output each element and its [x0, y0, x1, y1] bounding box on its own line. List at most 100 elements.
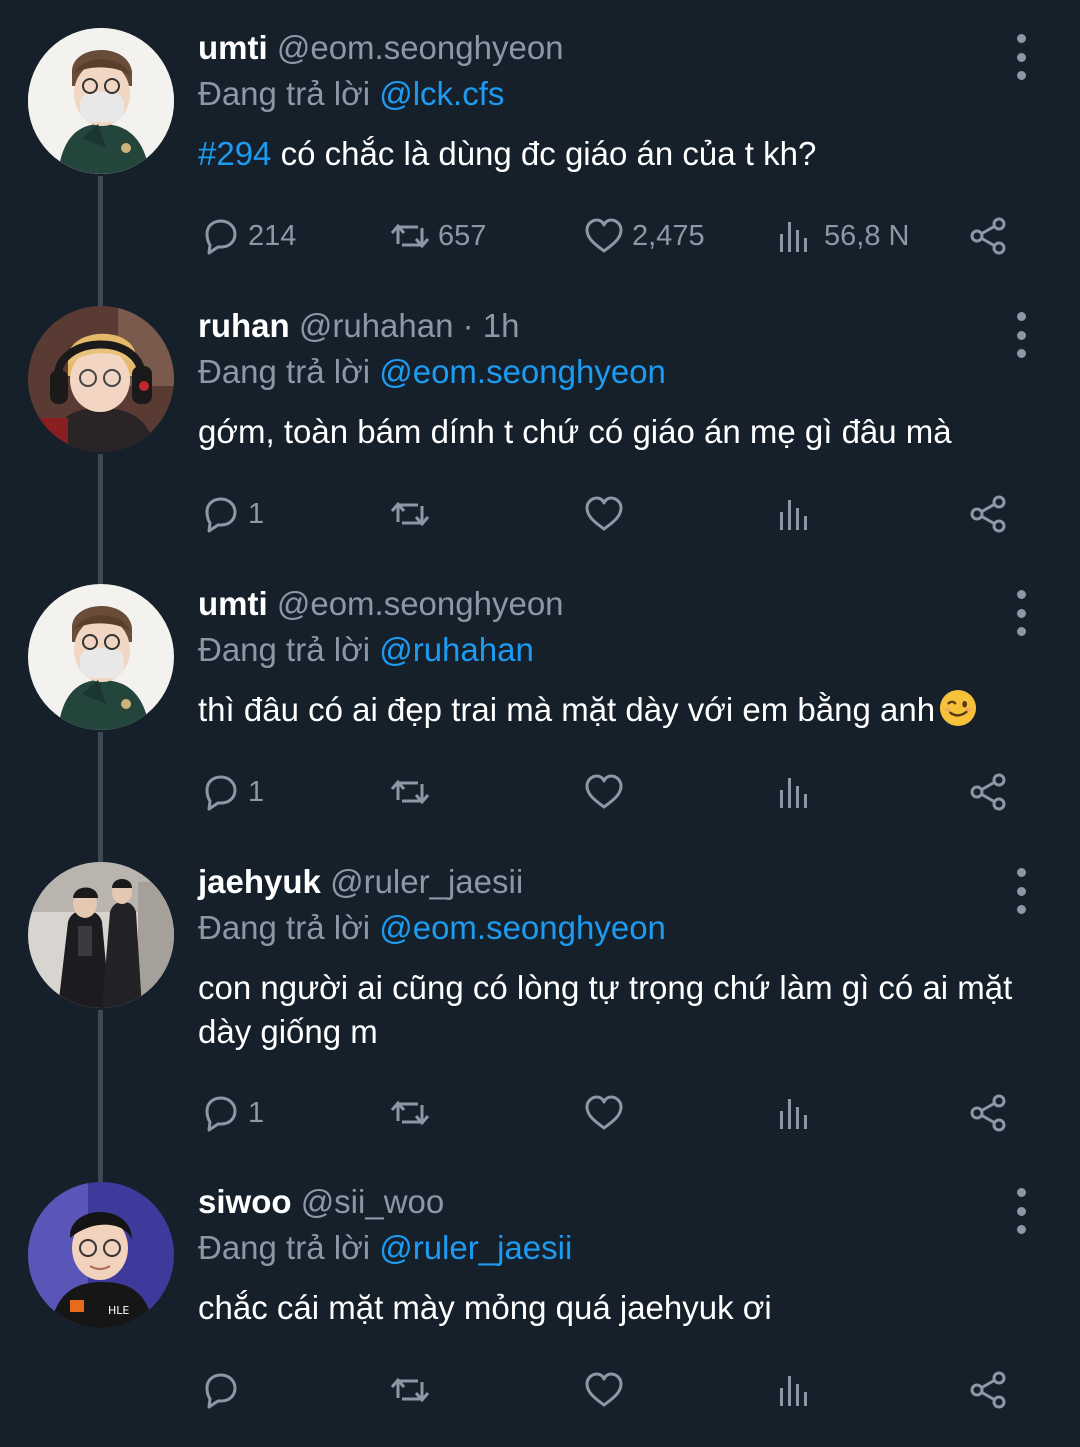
replying-label: Đang trả lời [198, 631, 371, 668]
action-bar: 214 657 2,475 56,8 N [198, 214, 1038, 258]
share-button[interactable] [966, 770, 1010, 814]
tweet-text-content: thì đâu có ai đẹp trai mà mặt dày với em… [198, 691, 936, 728]
action-bar: 1 [198, 770, 1038, 814]
avatar[interactable] [28, 306, 174, 452]
share-icon [970, 773, 1006, 811]
views-button[interactable] [774, 1091, 824, 1135]
views-button[interactable] [774, 770, 824, 814]
replying-to: Đang trả lời @ruler_jaesii [198, 1228, 572, 1268]
retweet-button[interactable] [388, 492, 438, 536]
user-handle[interactable]: @ruler_jaesii [330, 863, 523, 900]
like-button[interactable] [582, 492, 632, 536]
reply-icon [205, 219, 237, 255]
tweet[interactable]: jaehyuk @ruler_jaesii Đang trả lời @eom.… [0, 862, 1080, 1132]
share-button[interactable] [966, 1368, 1010, 1412]
share-button[interactable] [966, 214, 1010, 258]
reply-button[interactable]: 214 [198, 214, 296, 258]
display-name[interactable]: umti [198, 29, 268, 66]
like-button[interactable] [582, 1368, 632, 1412]
tweet[interactable]: umti @eom.seonghyeon Đang trả lời @lck.c… [0, 28, 1080, 278]
reply-icon [205, 497, 237, 533]
display-name[interactable]: umti [198, 585, 268, 622]
views-icon [780, 778, 807, 808]
display-name[interactable]: jaehyuk [198, 863, 321, 900]
tweet-text-content: con người ai cũng có lòng tự trọng chứ l… [198, 969, 1013, 1050]
reply-mention-link[interactable]: @ruler_jaesii [379, 1229, 572, 1266]
more-options-icon[interactable] [1004, 1186, 1038, 1236]
more-options-icon[interactable] [1004, 310, 1038, 360]
avatar[interactable] [28, 28, 174, 174]
views-icon [780, 1099, 807, 1129]
tweet-text: #294 có chắc là dùng đc giáo án của t kh… [198, 132, 1038, 176]
reply-count: 1 [248, 497, 265, 530]
tweet-header: umti @eom.seonghyeon [198, 28, 1000, 68]
tweet-header: umti @eom.seonghyeon [198, 584, 1000, 624]
retweet-icon [390, 1377, 430, 1403]
tweet[interactable]: HLE siwoo @sii_woo Đang trả lời @ruler_j… [0, 1182, 1080, 1432]
share-icon [970, 217, 1006, 255]
display-name[interactable]: siwoo [198, 1183, 292, 1220]
user-handle[interactable]: @eom.seonghyeon [277, 585, 564, 622]
views-button[interactable]: 56,8 N [774, 214, 909, 258]
reply-button[interactable] [198, 1368, 248, 1412]
retweet-button[interactable] [388, 1368, 438, 1412]
reply-mention-link[interactable]: @lck.cfs [379, 75, 504, 112]
reply-icon [205, 775, 237, 811]
display-name[interactable]: ruhan [198, 307, 290, 344]
reply-icon [205, 1096, 237, 1132]
views-button[interactable] [774, 1368, 824, 1412]
tweet-header: siwoo @sii_woo [198, 1182, 1000, 1222]
reply-mention-link[interactable]: @ruhahan [379, 631, 534, 668]
reply-mention-link[interactable]: @eom.seonghyeon [379, 909, 666, 946]
like-button[interactable] [582, 770, 632, 814]
retweet-button[interactable] [388, 1091, 438, 1135]
timestamp: · 1h [453, 307, 520, 344]
tweet-text: chắc cái mặt mày mỏng quá jaehyuk ơi [198, 1286, 1038, 1330]
like-count: 2,475 [632, 219, 705, 252]
retweet-icon [390, 223, 430, 249]
reply-mention-link[interactable]: @eom.seonghyeon [379, 353, 666, 390]
tweet-text: thì đâu có ai đẹp trai mà mặt dày với em… [198, 688, 1038, 732]
retweet-icon [390, 1100, 430, 1126]
winking-face-emoji-icon [940, 689, 977, 727]
like-button[interactable] [582, 1091, 632, 1135]
like-icon [585, 1095, 623, 1130]
like-icon [585, 774, 623, 809]
tweet[interactable]: ruhan @ruhahan · 1h Đang trả lời @eom.se… [0, 306, 1080, 556]
user-handle[interactable]: @eom.seonghyeon [277, 29, 564, 66]
replying-label: Đang trả lời [198, 1229, 371, 1266]
replying-label: Đang trả lời [198, 909, 371, 946]
reply-count: 214 [248, 219, 297, 252]
tweet-text: gớm, toàn bám dính t chứ có giáo án mẹ g… [198, 410, 1038, 454]
retweet-count: 657 [438, 219, 487, 252]
more-options-icon[interactable] [1004, 32, 1038, 82]
like-icon [585, 496, 623, 531]
retweet-button[interactable]: 657 [388, 214, 486, 258]
user-handle[interactable]: @sii_woo [301, 1183, 445, 1220]
replying-label: Đang trả lời [198, 353, 371, 390]
svg-text:HLE: HLE [108, 1304, 129, 1317]
retweet-button[interactable] [388, 770, 438, 814]
share-button[interactable] [966, 1091, 1010, 1135]
avatar[interactable] [28, 862, 174, 1008]
more-options-icon[interactable] [1004, 588, 1038, 638]
retweet-icon [390, 779, 430, 805]
retweet-icon [390, 501, 430, 527]
reply-button[interactable]: 1 [198, 1091, 264, 1135]
reply-button[interactable]: 1 [198, 770, 264, 814]
user-handle[interactable]: @ruhahan [299, 307, 454, 344]
share-button[interactable] [966, 492, 1010, 536]
tweet[interactable]: umti @eom.seonghyeon Đang trả lời @ruhah… [0, 584, 1080, 834]
hashtag-link[interactable]: #294 [198, 135, 271, 172]
tweet-text-content: có chắc là dùng đc giáo án của t kh? [271, 135, 817, 172]
avatar[interactable]: HLE [28, 1182, 174, 1328]
like-icon [585, 1372, 623, 1407]
replying-to: Đang trả lời @eom.seonghyeon [198, 908, 666, 948]
avatar[interactable] [28, 584, 174, 730]
views-button[interactable] [774, 492, 824, 536]
views-icon [780, 222, 807, 252]
like-button[interactable]: 2,475 [582, 214, 705, 258]
more-options-icon[interactable] [1004, 866, 1038, 916]
reply-button[interactable]: 1 [198, 492, 264, 536]
share-icon [970, 495, 1006, 533]
